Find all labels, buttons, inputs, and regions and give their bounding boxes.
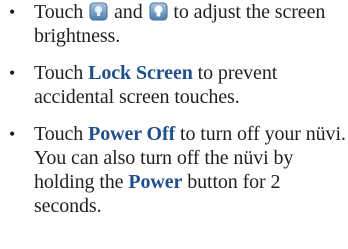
list-item-brightness: • Touch and to adjust the screen brightn… (0, 0, 348, 48)
power-off-label: Power Off (88, 123, 176, 145)
and-text: and (114, 1, 143, 23)
touch-text: Touch (34, 123, 84, 145)
instruction-list: • Touch and to adjust the screen brightn… (0, 0, 348, 218)
touch-text: Touch (34, 62, 84, 84)
bullet-icon: • (9, 2, 16, 22)
list-item-lock-screen: • Touch Lock Screen to prevent accidenta… (0, 61, 348, 109)
brightness-up-icon (148, 2, 168, 21)
brightness-down-icon (89, 2, 108, 21)
touch-text: Touch (34, 1, 84, 23)
list-item-power-off: • Touch Power Off to turn off your nüvi.… (0, 122, 348, 218)
bullet-icon: • (9, 63, 16, 83)
lock-screen-label: Lock Screen (88, 62, 193, 84)
bullet-icon: • (9, 124, 16, 144)
power-button-label: Power (128, 171, 183, 193)
